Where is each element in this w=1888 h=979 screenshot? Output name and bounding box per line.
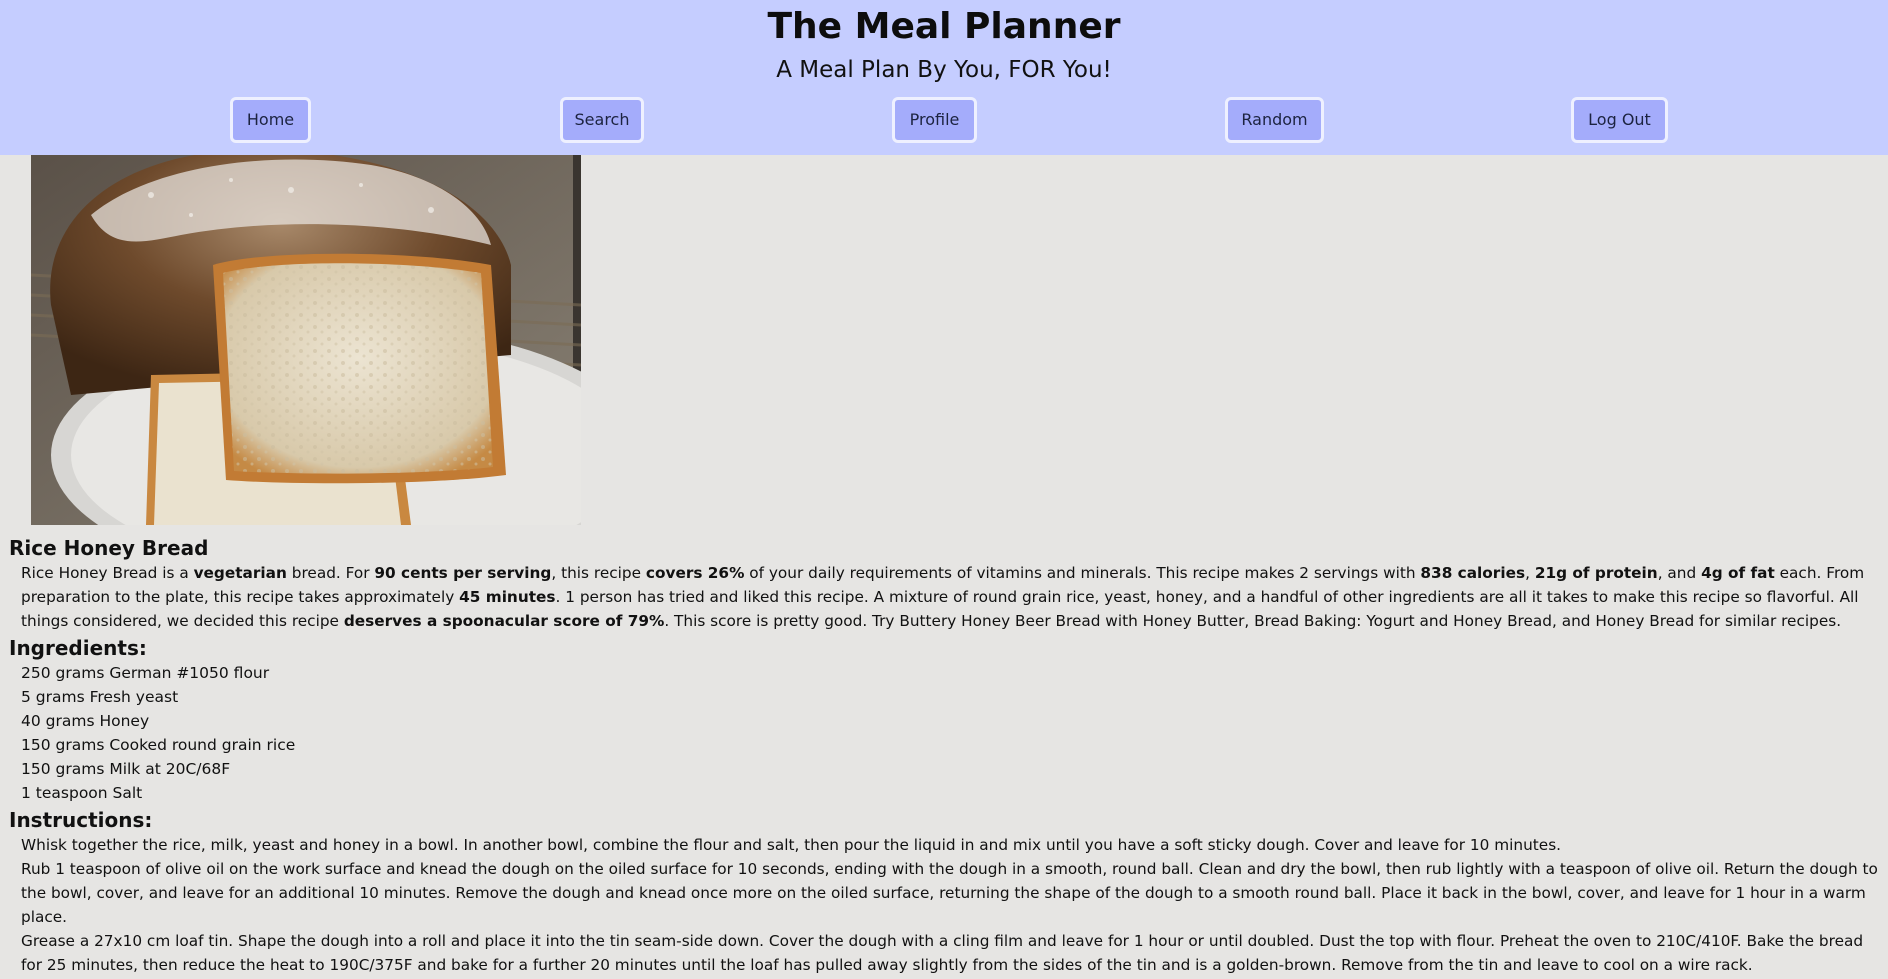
summary-highlight: covers 26% [645, 564, 745, 582]
recipe-title: Rice Honey Bread [9, 536, 209, 560]
ingredient-item: 1 teaspoon Salt [21, 784, 143, 802]
summary-text: bread. For [286, 564, 375, 582]
instruction-step: Rub 1 teaspoon of olive oil on the work … [21, 860, 1878, 926]
recipe-summary: Rice Honey Bread is a vegetarian bread. … [21, 561, 1879, 633]
summary-text: Rice Honey Bread is a [21, 564, 194, 582]
summary-highlight: 90 cents per serving [374, 564, 552, 582]
summary-highlight: 4g of fat [1701, 564, 1775, 582]
site-tagline: A Meal Plan By You, FOR You! [776, 57, 1112, 83]
recipe-details: Rice Honey Bread Rice Honey Bread is a v… [9, 535, 1879, 979]
nav-random-button[interactable]: Random [1225, 97, 1324, 143]
instructions-heading: Instructions: [9, 808, 153, 832]
summary-highlight: 838 calories [1420, 564, 1526, 582]
nav-search-button[interactable]: Search [560, 97, 644, 143]
summary-highlight: vegetarian [193, 564, 287, 582]
summary-highlight: 45 minutes [459, 588, 556, 606]
site-title: The Meal Planner [767, 6, 1121, 47]
site-header: The Meal Planner A Meal Plan By You, FOR… [0, 0, 1888, 155]
nav-home-button[interactable]: Home [230, 97, 311, 143]
nav-profile-button[interactable]: Profile [892, 97, 977, 143]
summary-text: of your daily requirements of vitamins a… [744, 564, 1421, 582]
instruction-step: Whisk together the rice, milk, yeast and… [21, 836, 1562, 854]
ingredients-heading: Ingredients: [9, 636, 147, 660]
ingredient-item: 5 grams Fresh yeast [21, 688, 179, 706]
ingredient-item: 150 grams Cooked round grain rice [21, 736, 296, 754]
summary-text: , [1525, 564, 1535, 582]
instruction-step: Grease a 27x10 cm loaf tin. Shape the do… [21, 932, 1864, 974]
summary-text: . This score is pretty good. Try Buttery… [664, 612, 1842, 630]
ingredient-item: 150 grams Milk at 20C/68F [21, 760, 231, 778]
summary-text: , and [1657, 564, 1702, 582]
ingredients-list: 250 grams German #1050 flour 5 grams Fre… [21, 661, 1879, 805]
nav-logout-button[interactable]: Log Out [1571, 97, 1668, 143]
recipe-image [31, 155, 581, 525]
instructions-list: Whisk together the rice, milk, yeast and… [21, 833, 1879, 977]
summary-text: , this recipe [551, 564, 646, 582]
ingredient-item: 250 grams German #1050 flour [21, 664, 270, 682]
summary-highlight: 21g of protein [1534, 564, 1658, 582]
ingredient-item: 40 grams Honey [21, 712, 150, 730]
summary-highlight: deserves a spoonacular score of 79% [343, 612, 665, 630]
